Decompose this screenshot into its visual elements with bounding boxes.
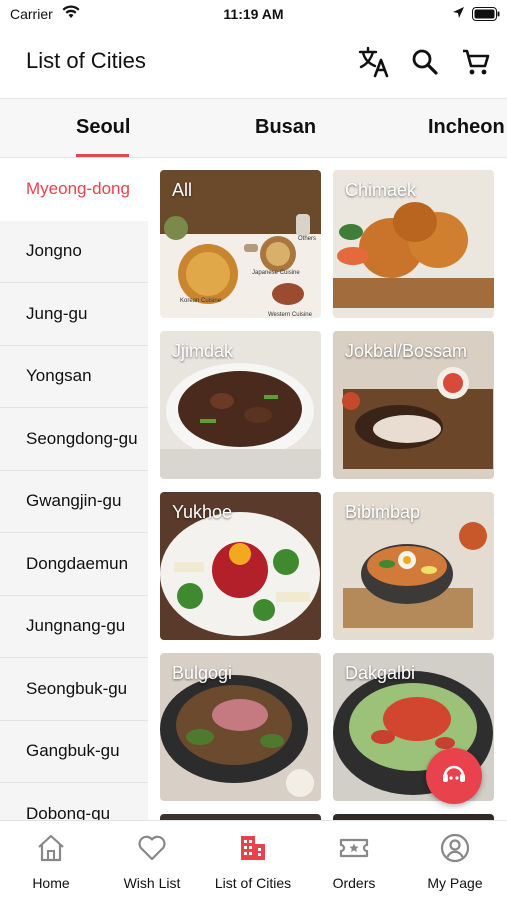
tab-seoul[interactable]: Seoul [76, 116, 130, 139]
category-label: Yukhoe [172, 502, 233, 522]
category-card-all[interactable]: Korean Cuisine Japanese Cuisine Others W… [160, 170, 321, 318]
tabbar-list-of-cities[interactable]: List of Cities [203, 831, 303, 891]
category-label: All [172, 180, 193, 200]
category-card-jokbal-bossam[interactable]: Jokbal/Bossam [333, 331, 494, 479]
heart-icon [102, 831, 202, 865]
chat-icon [439, 759, 469, 794]
tabbar-label: Home [32, 875, 70, 891]
category-label: Chimaek [345, 180, 417, 200]
battery-icon [472, 7, 500, 26]
selected-tab-indicator [76, 154, 129, 157]
search-icon[interactable] [407, 44, 443, 80]
page-title: List of Cities [26, 48, 146, 73]
city-tabs: Seoul Busan Incheon [0, 98, 507, 158]
tab-incheon[interactable]: Incheon [428, 116, 505, 139]
food-category-grid: Korean Cuisine Japanese Cuisine Others W… [148, 158, 507, 820]
tabbar-label: My Page [427, 875, 483, 891]
category-label: Bibimbap [345, 502, 421, 522]
tabbar-my-page[interactable]: My Page [405, 831, 505, 891]
home-icon [1, 831, 101, 865]
translate-icon[interactable] [356, 44, 392, 80]
district-item-jung-gu[interactable]: Jung-gu [0, 283, 148, 346]
city-icon [203, 831, 303, 865]
tab-busan[interactable]: Busan [255, 116, 316, 139]
district-item-seongbuk-gu[interactable]: Seongbuk-gu [0, 658, 148, 721]
category-card-bulgogi[interactable]: Bulgogi [160, 653, 321, 801]
tabbar-label: Wish List [123, 875, 181, 891]
tabbar-label: List of Cities [214, 875, 292, 891]
district-item-myeong-dong[interactable]: Myeong-dong [0, 158, 148, 221]
clock: 11:19 AM [223, 6, 284, 22]
tabbar-label: Orders [332, 875, 376, 891]
district-item-yongsan[interactable]: Yongsan [0, 346, 148, 408]
tabbar-home[interactable]: Home [1, 831, 101, 891]
category-card-chimaek[interactable]: Chimaek [333, 170, 494, 318]
district-item-dongdaemun[interactable]: Dongdaemun [0, 533, 148, 596]
category-label: Dakgalbi [345, 663, 416, 683]
chat-support-button[interactable] [426, 748, 482, 804]
district-item-jungnang-gu[interactable]: Jungnang-gu [0, 596, 148, 658]
district-item-seongdong-gu[interactable]: Seongdong-gu [0, 408, 148, 471]
tabbar-orders[interactable]: Orders [304, 831, 404, 891]
district-item-dobong-gu[interactable]: Dobong-gu [0, 783, 148, 820]
status-bar: Carrier 11:19 AM [0, 0, 507, 30]
district-item-gangbuk-gu[interactable]: Gangbuk-gu [0, 721, 148, 783]
category-card-yukhoe[interactable]: Yukhoe [160, 492, 321, 640]
tabbar-wish-list[interactable]: Wish List [102, 831, 202, 891]
others-label: Others [298, 236, 316, 242]
header: List of Cities [0, 30, 507, 98]
category-card-jjimdak[interactable]: Jjimdak [160, 331, 321, 479]
district-item-gwangjin-gu[interactable]: Gwangjin-gu [0, 471, 148, 533]
location-arrow-icon [452, 6, 465, 24]
category-label: Jjimdak [172, 341, 234, 361]
category-card-bibimbap[interactable]: Bibimbap [333, 492, 494, 640]
cart-icon[interactable] [458, 44, 494, 80]
category-label: Bulgogi [172, 663, 233, 683]
user-icon [405, 831, 505, 865]
korean-cuisine-label: Korean Cuisine [180, 298, 222, 304]
japanese-cuisine-label: Japanese Cuisine [252, 270, 300, 276]
western-cuisine-label: Western Cuisine [268, 312, 313, 318]
bottom-tab-bar: Home Wish List List of Cities Orders My … [0, 820, 507, 900]
ticket-icon [304, 831, 404, 865]
category-label: Jokbal/Bossam [345, 341, 468, 361]
district-item-jongno[interactable]: Jongno [0, 221, 148, 283]
district-sidebar: Myeong-dong Jongno Jung-gu Yongsan Seong… [0, 158, 148, 820]
